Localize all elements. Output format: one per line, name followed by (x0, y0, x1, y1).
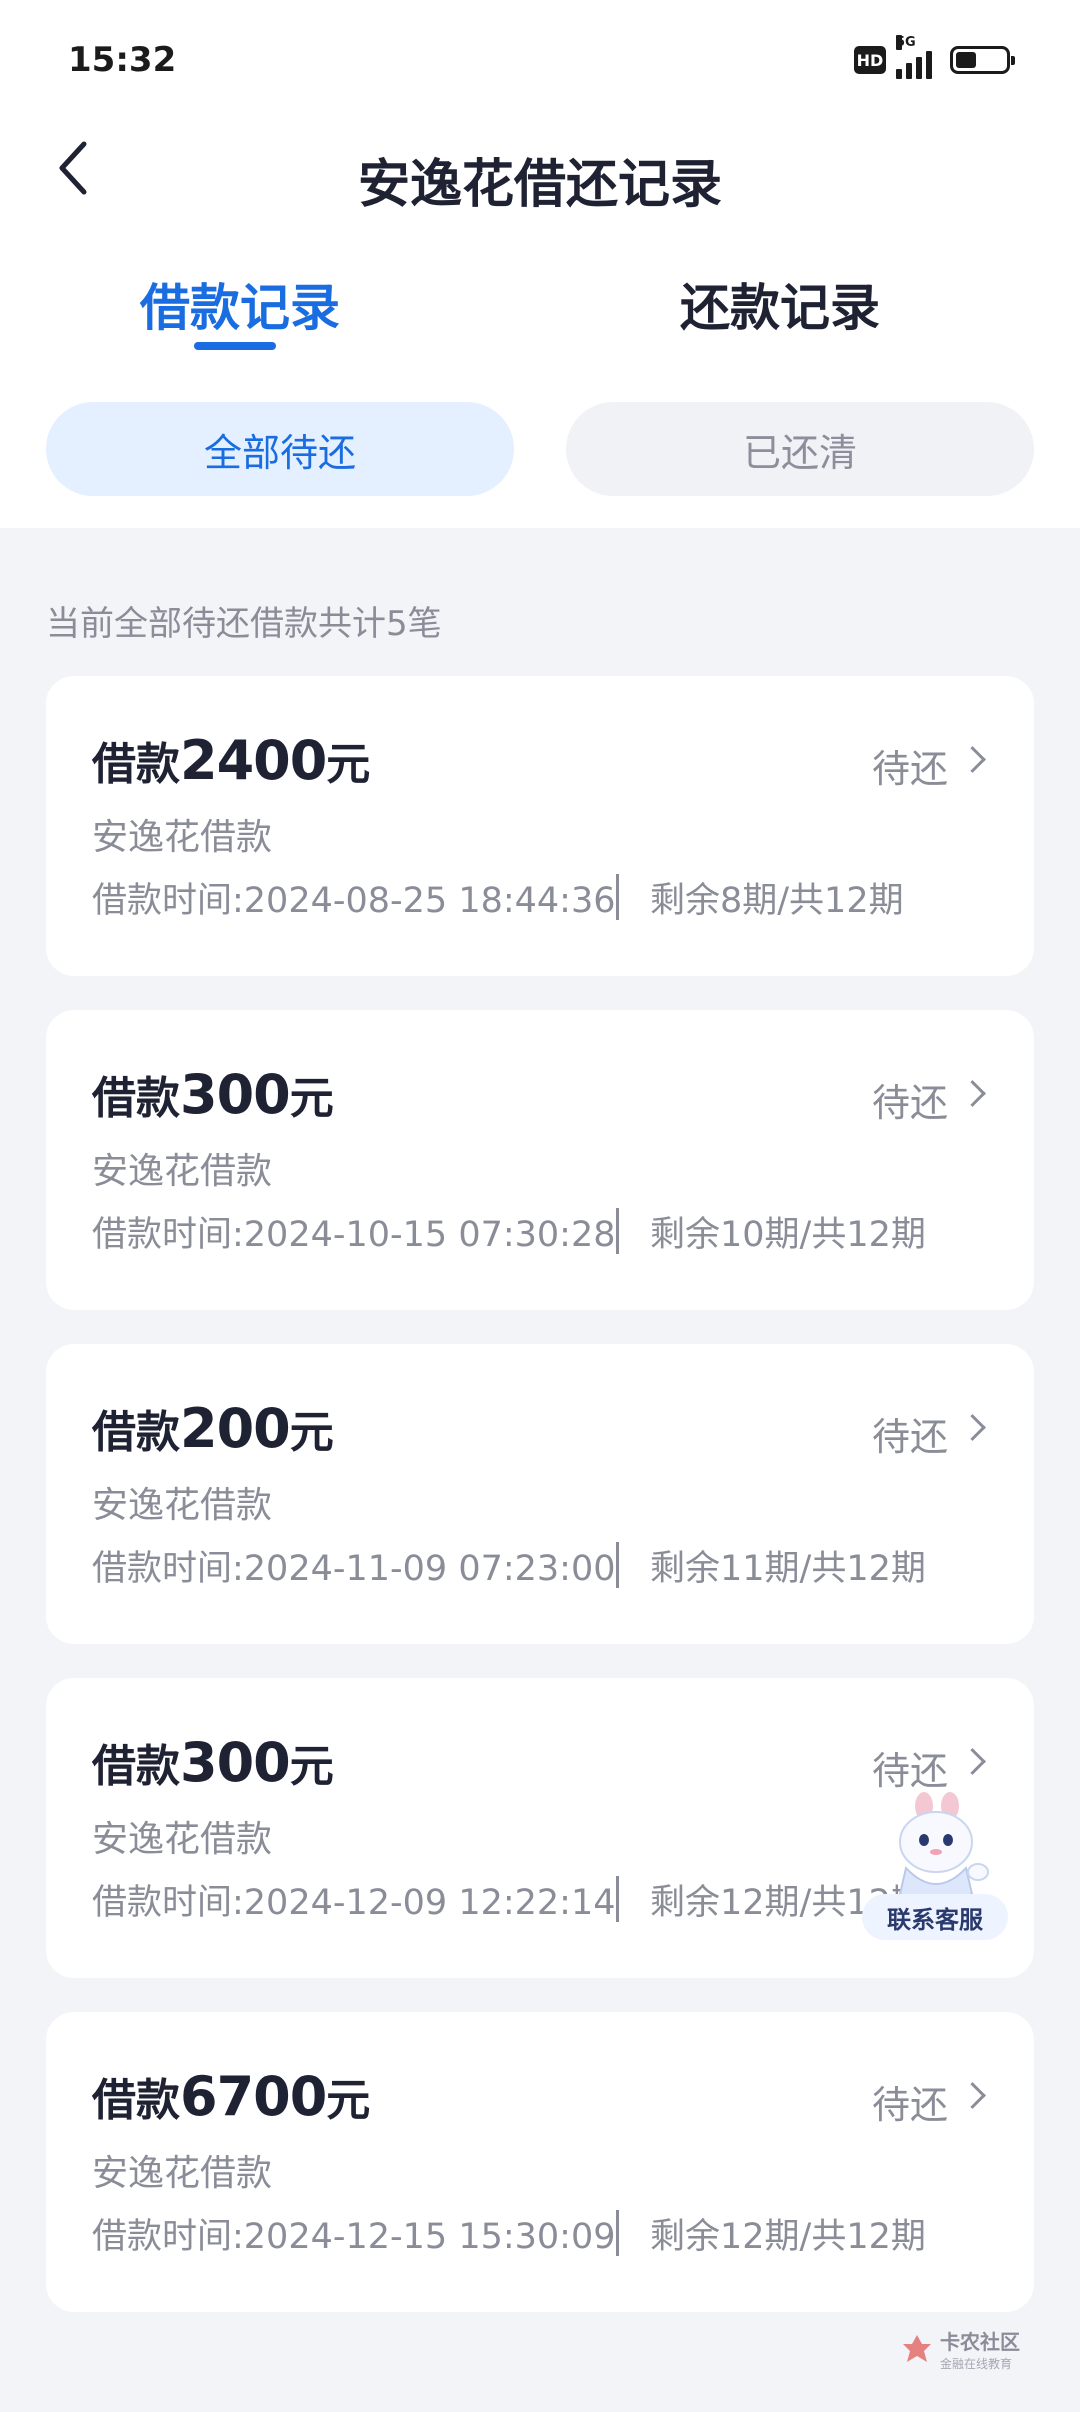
status-icons: HD 5G (854, 35, 1015, 80)
customer-service-label: 联系客服 (862, 1894, 1008, 1940)
loan-status: 待还 (871, 1749, 948, 1793)
loan-time: 借款时间:2024-10-15 07:30:28 (92, 1215, 616, 1255)
pending-summary: 当前全部待还借款共计5笔 (46, 604, 442, 644)
top-section: 15:32 HD 5G 安逸花借还记录 借款记录 还款记录 全部待还 已还清 (0, 0, 1080, 528)
chevron-right-icon (959, 746, 986, 773)
divider (616, 2210, 619, 2256)
loan-amount: 借款 300 元 (92, 1063, 334, 1126)
loan-time: 借款时间:2024-12-15 15:30:09 (92, 2217, 616, 2257)
hd-icon: HD (854, 46, 886, 74)
watermark-logo-icon (903, 2335, 931, 2362)
signal-icon: 5G (896, 35, 932, 79)
loan-card[interactable]: 借款 300 元 待还 安逸花借款 借款时间:2024-10-15 07:30:28… (46, 1010, 1034, 1310)
loan-status: 待还 (871, 2083, 948, 2127)
tab-active-indicator (194, 342, 276, 350)
chevron-right-icon (959, 2082, 986, 2109)
loan-status: 待还 (871, 1081, 948, 1125)
watermark: 卡农社区 金融在线教育 (900, 2326, 1020, 2372)
divider (616, 1876, 619, 1922)
filter-paid-off[interactable]: 已还清 (566, 402, 1034, 496)
loan-card[interactable]: 借款 6700 元 待还 安逸花借款 借款时间:2024-12-15 15:30:0… (46, 2012, 1034, 2312)
loan-time: 借款时间:2024-11-09 07:23:00 (92, 1549, 616, 1589)
watermark-subtext: 金融在线教育 (940, 2357, 1013, 2371)
loan-periods: 剩余12期/共12期 (650, 2217, 926, 2257)
loan-product-name: 安逸花借款 (92, 1485, 273, 1526)
loan-card[interactable]: 借款 2400 元 待还 安逸花借款 借款时间:2024-08-25 18:44:3… (46, 676, 1034, 976)
chevron-right-icon (959, 1080, 986, 1107)
loan-status: 待还 (871, 1415, 948, 1459)
tab-loan-records[interactable]: 借款记录 (140, 268, 340, 340)
loan-product-name: 安逸花借款 (92, 1151, 273, 1192)
loan-product-name: 安逸花借款 (92, 1819, 273, 1860)
loan-time: 借款时间:2024-12-09 12:22:14 (92, 1883, 616, 1923)
loan-product-name: 安逸花借款 (92, 817, 273, 858)
status-time: 15:32 (68, 40, 177, 80)
battery-icon (950, 46, 1015, 74)
divider (616, 874, 619, 920)
loan-card[interactable]: 借款 200 元 待还 安逸花借款 借款时间:2024-11-09 07:23:00… (46, 1344, 1034, 1644)
page-title: 安逸花借还记录 (357, 155, 722, 215)
watermark-text: 卡农社区 (940, 2330, 1020, 2354)
customer-service-button[interactable]: 联系客服 (862, 1790, 1008, 1940)
chevron-right-icon (959, 1748, 986, 1775)
divider (616, 1208, 619, 1254)
tab-repayment-records[interactable]: 还款记录 (680, 268, 880, 340)
loan-status: 待还 (871, 747, 948, 791)
chevron-right-icon (959, 1414, 986, 1441)
mascot-icon (898, 1792, 989, 1902)
loan-periods: 剩余8期/共12期 (650, 881, 904, 921)
loan-amount: 借款 2400 元 (92, 729, 371, 792)
loan-time: 借款时间:2024-08-25 18:44:36 (92, 881, 616, 921)
status-bar: 15:32 HD 5G (0, 0, 1080, 120)
loan-amount: 借款 300 元 (92, 1731, 334, 1794)
loan-product-name: 安逸花借款 (92, 2153, 273, 2194)
loan-amount: 借款 6700 元 (92, 2065, 371, 2128)
loan-amount: 借款 200 元 (92, 1397, 334, 1460)
loan-periods: 剩余10期/共12期 (650, 1215, 926, 1255)
network-label: 5G (896, 35, 916, 50)
loan-periods: 剩余11期/共12期 (650, 1549, 926, 1589)
divider (616, 1542, 619, 1588)
filter-all-pending[interactable]: 全部待还 (46, 402, 514, 496)
